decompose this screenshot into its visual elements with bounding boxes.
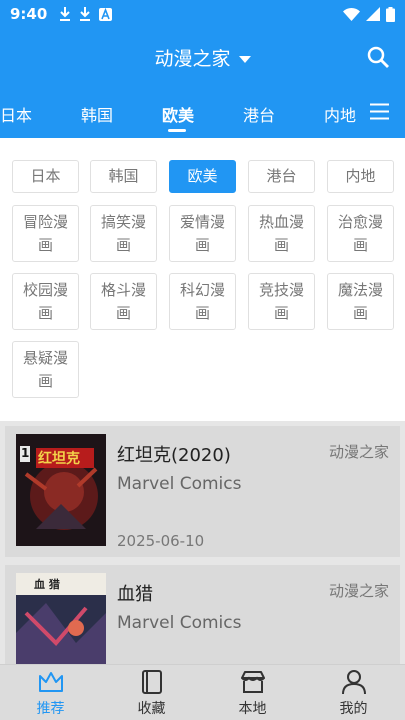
filter-region-mainland[interactable]: 内地 <box>327 160 394 193</box>
filter-genre-scifi[interactable]: 科幻漫画 <box>169 273 236 330</box>
nav-label: 收藏 <box>137 701 166 717</box>
wifi-icon <box>343 7 360 21</box>
cover-title-text: 红坦克 <box>38 451 80 467</box>
comic-publisher: Marvel Comics <box>117 613 242 633</box>
comic-cover-image: 1 红坦克 <box>16 434 106 546</box>
store-icon <box>241 671 265 693</box>
filter-genre-mystery[interactable]: 悬疑漫画 <box>12 341 79 398</box>
comic-source: 动漫之家 <box>328 582 389 600</box>
comic-publisher: Marvel Comics <box>117 474 242 494</box>
tab-korea[interactable]: 韩国 <box>81 102 113 126</box>
filter-genre-sports[interactable]: 竞技漫画 <box>248 273 315 330</box>
tab-hk-tw[interactable]: 港台 <box>243 102 275 126</box>
filter-region-japan[interactable]: 日本 <box>12 160 79 193</box>
filter-genre-healing[interactable]: 治愈漫画 <box>327 205 394 262</box>
cover-title-text: 血 猎 <box>34 578 60 591</box>
app-title: 动漫之家 <box>154 48 231 70</box>
comic-cover-image: 血 猎 <box>16 573 106 664</box>
nav-profile[interactable]: 我的 <box>303 665 404 720</box>
filter-region-europe-america[interactable]: 欧美 <box>169 160 236 193</box>
app-bar: 动漫之家 <box>0 28 405 86</box>
filter-region-korea[interactable]: 韩国 <box>90 160 157 193</box>
nav-label: 我的 <box>339 701 368 717</box>
comic-title: 血猎 <box>117 584 153 605</box>
status-time: 9:40 <box>10 5 48 23</box>
tab-mainland[interactable]: 内地 <box>324 102 356 126</box>
comic-date: 2025-06-10 <box>117 532 205 550</box>
book-icon <box>142 670 162 694</box>
nav-label: 推荐 <box>36 701 65 717</box>
active-tab-indicator <box>168 129 186 132</box>
person-icon <box>342 670 366 695</box>
comic-title: 红坦克(2020) <box>117 445 231 466</box>
caret-down-icon <box>238 56 251 63</box>
notification-a-icon <box>99 7 113 21</box>
nav-local[interactable]: 本地 <box>202 665 303 720</box>
app-title-dropdown[interactable]: 动漫之家 <box>0 44 405 71</box>
nav-label: 本地 <box>238 701 267 717</box>
region-tab-bar: 日本 韩国 欧美 港台 内地 <box>0 86 405 138</box>
download-icon <box>60 7 71 21</box>
category-filter-panel: 日本 韩国 欧美 港台 内地 冒险漫画 搞笑漫画 爱情漫画 热血漫画 治愈漫画 … <box>0 138 405 421</box>
bottom-navigation: 推荐 收藏 本地 我的 <box>0 664 405 720</box>
status-bar: 9:40 <box>0 0 405 28</box>
menu-icon[interactable] <box>370 103 389 120</box>
filter-genre-comedy[interactable]: 搞笑漫画 <box>90 205 157 262</box>
cover-art <box>16 573 106 664</box>
tab-japan[interactable]: 日本 <box>0 102 32 126</box>
crown-icon <box>39 672 63 692</box>
filter-genre-romance[interactable]: 爱情漫画 <box>169 205 236 262</box>
filter-genre-adventure[interactable]: 冒险漫画 <box>12 205 79 262</box>
cover-issue-number: 1 <box>21 446 30 460</box>
filter-genre-action[interactable]: 热血漫画 <box>248 205 315 262</box>
comic-source: 动漫之家 <box>328 443 389 461</box>
filter-genre-magic[interactable]: 魔法漫画 <box>327 273 394 330</box>
battery-icon <box>386 6 395 22</box>
nav-favorites[interactable]: 收藏 <box>101 665 202 720</box>
tab-europe-america[interactable]: 欧美 <box>162 102 194 126</box>
filter-region-hk-tw[interactable]: 港台 <box>248 160 315 193</box>
filter-genre-fighting[interactable]: 格斗漫画 <box>90 273 157 330</box>
comic-card[interactable]: 1 红坦克 红坦克(2020) 动漫之家 Marvel Comics 2025-… <box>5 426 400 557</box>
comic-list: 1 红坦克 红坦克(2020) 动漫之家 Marvel Comics 2025-… <box>0 421 405 664</box>
signal-icon <box>366 7 380 21</box>
search-icon[interactable] <box>367 46 389 68</box>
filter-genre-school[interactable]: 校园漫画 <box>12 273 79 330</box>
download-icon <box>80 7 91 21</box>
comic-card[interactable]: 血 猎 血猎 动漫之家 Marvel Comics <box>5 565 400 664</box>
nav-recommend[interactable]: 推荐 <box>0 665 101 720</box>
